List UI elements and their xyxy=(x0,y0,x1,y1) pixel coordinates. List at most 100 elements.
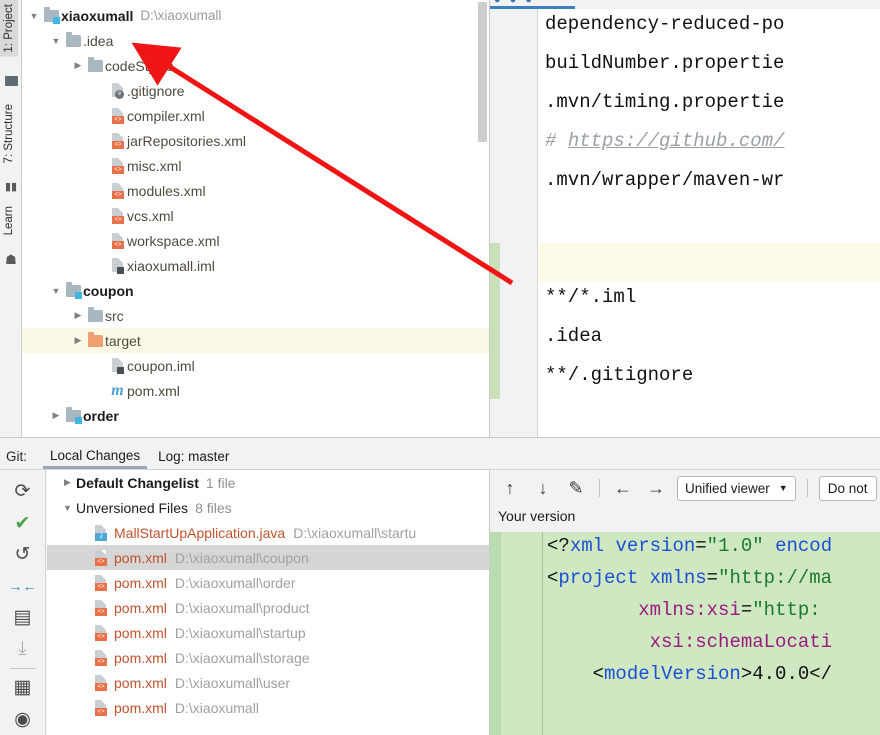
ignore-whitespace-button[interactable]: Do not xyxy=(818,475,877,501)
tree-row-label: coupon.iml xyxy=(127,357,195,374)
project-tree-scrollbar[interactable] xyxy=(478,2,487,142)
tree-row-icon xyxy=(86,331,105,347)
sidebar-item-learn-label: Learn xyxy=(3,206,15,236)
tree-row[interactable]: <> misc.xml xyxy=(22,153,489,178)
rollback-icon[interactable]: ↺ xyxy=(6,539,40,571)
change-file-row[interactable]: <> pom.xml D:\xiaoxumall\product xyxy=(47,595,489,620)
change-file-row[interactable]: <> pom.xml D:\xiaoxumall\coupon xyxy=(47,545,489,570)
tree-row-icon: <> xyxy=(108,208,127,224)
sidebar-item-learn[interactable]: Learn xyxy=(0,202,18,239)
changelist-expand-toggle[interactable]: ▼ xyxy=(59,503,76,513)
tree-row[interactable]: <> workspace.xml xyxy=(22,228,489,253)
tree-row[interactable]: ▶ order xyxy=(22,403,489,428)
tree-row[interactable]: ▼ .idea xyxy=(22,28,489,53)
change-row-name: pom.xml xyxy=(114,549,167,566)
tree-row[interactable]: xiaoxumall.iml xyxy=(22,253,489,278)
toolbar-divider-2 xyxy=(806,479,808,497)
diff-viewer[interactable]: ↑ ↓ ✎ ← → Unified viewer ▼ Do not Your v… xyxy=(490,470,880,735)
tree-row-label: src xyxy=(105,307,124,324)
change-row-icon: <> xyxy=(91,575,110,591)
tree-row-path: D:\xiaoxumall xyxy=(140,8,222,23)
module-icon xyxy=(66,281,82,299)
change-row-icon: J xyxy=(91,525,110,541)
change-file-row[interactable]: <> pom.xml D:\xiaoxumall xyxy=(47,695,489,720)
xml-file-icon: <> xyxy=(94,600,107,616)
sidebar-item-project[interactable]: 1: Project xyxy=(0,0,18,57)
tree-expand-toggle[interactable]: ▼ xyxy=(48,36,64,46)
change-file-row[interactable]: <> pom.xml D:\xiaoxumall\user xyxy=(47,670,489,695)
tree-row[interactable]: ⊘ .gitignore xyxy=(22,78,489,103)
tree-row[interactable]: coupon.iml xyxy=(22,353,489,378)
tree-row[interactable]: ▶ src xyxy=(22,303,489,328)
project-tool-window[interactable]: ▼ xiaoxumall D:\xiaoxumall ▼ .idea ▶ codeStyle… xyxy=(22,0,490,437)
folder-icon xyxy=(88,331,103,347)
tree-row[interactable]: <> compiler.xml xyxy=(22,103,489,128)
tab-local-changes[interactable]: Local Changes xyxy=(41,444,149,469)
next-difference-icon[interactable]: ↓ xyxy=(531,476,555,500)
preview-eye-icon[interactable]: ◉ xyxy=(6,703,40,735)
changelist-icon[interactable]: ▤ xyxy=(6,602,40,634)
tree-expand-toggle[interactable]: ▶ xyxy=(70,335,86,346)
group-by-icon[interactable]: ▦ xyxy=(6,672,40,704)
tree-row-icon xyxy=(64,31,83,47)
iml-file-icon xyxy=(111,358,124,374)
changelist-expand-toggle[interactable]: ▶ xyxy=(59,477,76,488)
shelve-icon[interactable]: →← xyxy=(6,571,40,603)
tree-row-icon xyxy=(108,258,127,274)
project-tree[interactable]: ▼ xiaoxumall D:\xiaoxumall ▼ .idea ▶ codeStyle… xyxy=(22,0,489,428)
tree-expand-toggle[interactable]: ▼ xyxy=(26,11,42,21)
tree-row[interactable]: <> jarRepositories.xml xyxy=(22,128,489,153)
change-row-name: pom.xml xyxy=(114,599,167,616)
tree-row-icon xyxy=(86,306,105,322)
editor-tab-icons: ●●● xyxy=(494,0,541,6)
tree-row[interactable]: ▼ coupon xyxy=(22,278,489,303)
next-file-icon[interactable]: → xyxy=(644,476,668,500)
change-file-row[interactable]: <> pom.xml D:\xiaoxumall\order xyxy=(47,570,489,595)
tree-expand-toggle[interactable]: ▶ xyxy=(70,60,86,71)
tree-row[interactable]: <> modules.xml xyxy=(22,178,489,203)
tree-row[interactable]: <> vcs.xml xyxy=(22,203,489,228)
module-icon xyxy=(66,406,82,424)
change-file-row[interactable]: <> pom.xml D:\xiaoxumall\storage xyxy=(47,645,489,670)
diff-toolbar[interactable]: ↑ ↓ ✎ ← → Unified viewer ▼ Do not xyxy=(490,470,880,506)
git-toolbar[interactable]: ⟳ ✔ ↺ →← ▤ ⤓ ▦ ◉ xyxy=(0,470,46,735)
tree-row-label: modules.xml xyxy=(127,182,206,199)
changelist-row[interactable]: ▼ Unversioned Files 8 files xyxy=(47,495,489,520)
local-changes-list[interactable]: ▶ Default Changelist 1 file ▼ Unversioned Fi… xyxy=(47,470,490,735)
tree-row-icon: <> xyxy=(108,108,127,124)
previous-difference-icon[interactable]: ↑ xyxy=(498,476,522,500)
tab-log-master[interactable]: Log: master xyxy=(149,445,238,468)
change-row-name: pom.xml xyxy=(114,699,167,716)
tree-expand-toggle[interactable]: ▶ xyxy=(70,310,86,321)
tree-row[interactable]: m pom.xml xyxy=(22,378,489,403)
change-file-row[interactable]: <> pom.xml D:\xiaoxumall\startup xyxy=(47,620,489,645)
diff-code-area[interactable]: <?xml version="1.0" encod <project xmlns=… xyxy=(490,532,880,735)
tree-row-label: jarRepositories.xml xyxy=(127,132,247,149)
tree-row[interactable]: ▶ target xyxy=(22,328,489,353)
tree-row[interactable]: ▼ xiaoxumall D:\xiaoxumall xyxy=(22,3,489,28)
code-line: dependency-reduced-po xyxy=(545,13,785,35)
commit-check-icon[interactable]: ✔ xyxy=(6,508,40,540)
sidebar-item-structure-label: 7: Structure xyxy=(3,104,15,164)
tree-row-icon: m xyxy=(108,382,127,398)
editor-code-area[interactable]: 7dependency-reduced-po8buildNumber.prope… xyxy=(539,9,880,437)
change-file-row[interactable]: J MallStartUpApplication.java D:\xiaoxumal… xyxy=(47,520,489,545)
sidebar-item-structure[interactable]: 7: Structure xyxy=(0,100,18,167)
tree-row[interactable]: ▶ codeStyles xyxy=(22,53,489,78)
tree-expand-toggle[interactable]: ▼ xyxy=(48,286,64,296)
refresh-icon[interactable]: ⟳ xyxy=(6,476,40,508)
tree-expand-toggle[interactable]: ▶ xyxy=(48,410,64,421)
editor-pane[interactable]: ●●● 7dependency-reduced-po8buildNumber.p… xyxy=(490,0,880,437)
changelist-row[interactable]: ▶ Default Changelist 1 file xyxy=(47,470,489,495)
change-row-name: MallStartUpApplication.java xyxy=(114,524,286,541)
previous-file-icon[interactable]: ← xyxy=(611,476,635,500)
tree-row-label: xiaoxumall xyxy=(61,7,134,24)
edit-source-icon[interactable]: ✎ xyxy=(564,476,588,500)
tab-log-master-label: Log: master xyxy=(158,448,230,464)
editor-tab-bar[interactable]: ●●● xyxy=(490,0,880,9)
tree-row-label: order xyxy=(83,407,119,424)
viewer-mode-select[interactable]: Unified viewer ▼ xyxy=(677,475,796,501)
code-line: buildNumber.propertie xyxy=(545,52,785,74)
viewer-mode-label: Unified viewer xyxy=(685,480,770,496)
xml-file-icon: <> xyxy=(111,183,124,199)
